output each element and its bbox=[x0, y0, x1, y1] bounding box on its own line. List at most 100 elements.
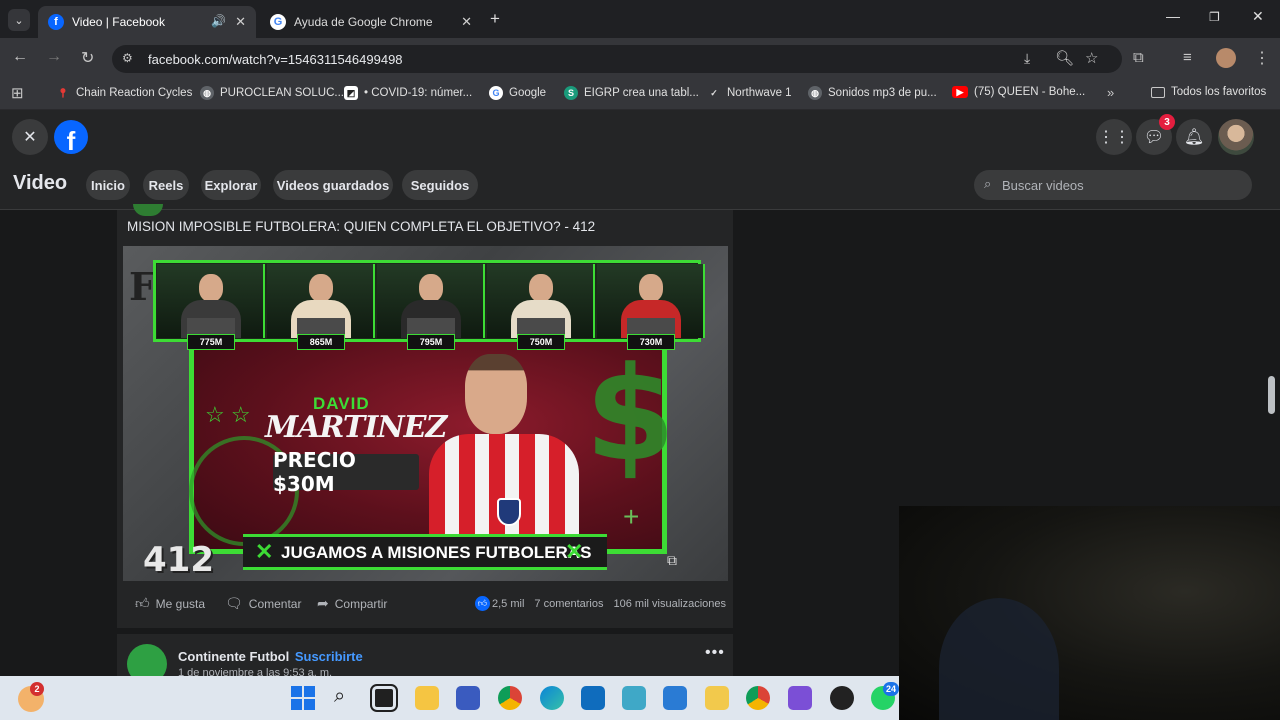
user-avatar[interactable] bbox=[1218, 119, 1254, 155]
notifications-bell-icon[interactable]: 🔔︎ bbox=[1176, 119, 1212, 155]
back-icon[interactable]: ← bbox=[12, 48, 28, 66]
close-watch-icon[interactable]: ✕ bbox=[12, 119, 48, 155]
forward-icon[interactable]: → bbox=[46, 48, 62, 66]
comment-button[interactable]: 🗨︎ Comentar bbox=[225, 595, 301, 612]
messenger-badge: 3 bbox=[1159, 114, 1175, 130]
speaker-icon[interactable]: 🔊 bbox=[211, 14, 226, 28]
post-date[interactable]: 1 de noviembre a las 9:53 a. m. bbox=[178, 667, 332, 676]
bookmark-northwave[interactable]: ✓ Northwave 1 bbox=[707, 86, 792, 100]
menu-grid-icon[interactable]: ⋮⋮ bbox=[1096, 119, 1132, 155]
chrome-icon[interactable] bbox=[498, 686, 522, 710]
share-label: Compartir bbox=[334, 596, 388, 611]
tab-facebook-video[interactable]: f Video | Facebook 🔊 ✕ bbox=[38, 6, 256, 38]
page-title: Video bbox=[13, 172, 68, 194]
nav-seguidos[interactable]: Seguidos bbox=[402, 170, 478, 200]
media-control-icon[interactable]: ≡ bbox=[1183, 49, 1192, 66]
extensions-icon[interactable]: ⧉ bbox=[1133, 49, 1144, 66]
bookmark-sonidos[interactable]: ◍ Sonidos mp3 de pu... bbox=[808, 86, 937, 100]
powerbi-icon[interactable] bbox=[705, 686, 729, 710]
player-head bbox=[465, 354, 527, 434]
store-icon[interactable] bbox=[456, 686, 480, 710]
graffiti-icon: F bbox=[129, 264, 156, 309]
whatsapp-badge: 24 bbox=[883, 682, 899, 696]
vscode-icon[interactable] bbox=[663, 686, 687, 710]
bookmark-covid[interactable]: ◩ • COVID-19: númer... bbox=[344, 86, 472, 100]
player-face bbox=[529, 274, 553, 302]
nav-explorar[interactable]: Explorar bbox=[201, 170, 261, 200]
page-scrollbar-thumb[interactable] bbox=[1268, 376, 1275, 414]
club-crest-icon bbox=[497, 498, 521, 526]
new-tab-icon[interactable]: + bbox=[490, 9, 500, 29]
minimize-icon[interactable]: — bbox=[1166, 8, 1180, 24]
youtube-icon: ▶ bbox=[952, 86, 968, 98]
more-bookmarks-icon[interactable]: » bbox=[1107, 85, 1114, 100]
thumbs-up-icon: 👍︎ bbox=[135, 595, 150, 611]
player-budget-label: 795M bbox=[407, 334, 455, 350]
post-title: MISION IMPOSIBLE FUTBOLERA: QUIEN COMPLE… bbox=[127, 219, 596, 234]
bookmark-google[interactable]: G Google bbox=[489, 86, 546, 100]
share-icon: ➦ bbox=[317, 595, 329, 611]
outlook-icon[interactable] bbox=[581, 686, 605, 710]
obs-icon[interactable] bbox=[830, 686, 854, 710]
packet-tracer-icon[interactable] bbox=[622, 686, 646, 710]
nav-inicio[interactable]: Inicio bbox=[86, 170, 130, 200]
episode-number: 412 bbox=[143, 540, 214, 580]
apps-grid-icon[interactable]: ⊞ bbox=[11, 84, 24, 102]
tab-search-button[interactable]: ⌄ bbox=[8, 9, 30, 31]
facebook-logo-icon[interactable]: f bbox=[54, 120, 88, 154]
post-stats: 👍︎ 2,5 mil 7 comentarios 106 mil visuali… bbox=[475, 596, 726, 611]
bookmark-queen[interactable]: ▶ (75) QUEEN - Bohe... bbox=[952, 86, 1085, 98]
facebook-favicon-icon: f bbox=[48, 14, 64, 30]
file-explorer-icon[interactable] bbox=[415, 686, 439, 710]
install-app-icon[interactable]: ⤓ bbox=[1024, 50, 1030, 67]
address-bar[interactable]: ⚙ facebook.com/watch?v=1546311546499498 … bbox=[112, 45, 1122, 73]
reload-icon[interactable]: ↻ bbox=[81, 48, 94, 68]
bookmark-label: Google bbox=[509, 87, 547, 99]
restore-icon[interactable]: ❐ bbox=[1209, 10, 1220, 24]
bookmark-eigrp[interactable]: S EIGRP crea una tabl... bbox=[564, 86, 699, 100]
bookmark-puroclean[interactable]: ◍ PUROCLEAN SOLUC... bbox=[200, 86, 344, 100]
share-button[interactable]: ➦ Compartir bbox=[317, 595, 387, 612]
windows-start-icon[interactable] bbox=[291, 686, 315, 710]
continente-futbol-avatar[interactable] bbox=[127, 644, 167, 676]
post-author[interactable]: Continente Futbol bbox=[178, 649, 289, 664]
nav-reels[interactable]: Reels bbox=[143, 170, 189, 200]
tab-chrome-help[interactable]: G Ayuda de Google Chrome ✕ bbox=[260, 6, 482, 38]
folder-icon bbox=[1151, 86, 1165, 98]
bookmark-label: Northwave 1 bbox=[727, 87, 792, 99]
search-placeholder: Buscar videos bbox=[1002, 178, 1084, 193]
bookmark-star-icon[interactable]: ☆ bbox=[1085, 49, 1098, 67]
page-avatar[interactable] bbox=[133, 204, 163, 216]
zoom-icon[interactable]: 🔍︎ bbox=[1055, 49, 1074, 67]
subscribe-link[interactable]: Suscribirte bbox=[295, 649, 363, 664]
window-close-icon[interactable]: ✕ bbox=[1252, 8, 1264, 25]
like-button[interactable]: 👍︎ Me gusta bbox=[135, 595, 205, 612]
bookmark-all-favorites[interactable]: Todos los favoritos bbox=[1151, 86, 1266, 98]
player-budget-label: 750M bbox=[517, 334, 565, 350]
more-options-icon[interactable]: ••• bbox=[705, 644, 725, 662]
bookmark-chain-reaction[interactable]: 📍︎ Chain Reaction Cycles bbox=[56, 86, 192, 100]
chrome-profile-icon[interactable] bbox=[746, 686, 770, 710]
chrome-menu-icon[interactable]: ⋮ bbox=[1254, 48, 1270, 68]
close-tab-icon[interactable]: ✕ bbox=[461, 14, 472, 30]
bookmark-label: PUROCLEAN SOLUC... bbox=[220, 87, 344, 99]
bookmark-label: EIGRP crea una tabl... bbox=[584, 87, 699, 99]
bookmark-label: (75) QUEEN - Bohe... bbox=[974, 86, 1086, 98]
search-icon[interactable]: ⌕ bbox=[334, 685, 345, 708]
pip-icon[interactable]: ⧉ bbox=[667, 552, 677, 569]
video-player[interactable]: F ☆ ☆ DAVID MARTINEZ PRECIO $30M $ + 412… bbox=[123, 246, 728, 581]
reactions-count[interactable]: 2,5 mil bbox=[492, 598, 524, 610]
edge-icon[interactable] bbox=[540, 686, 564, 710]
comments-count[interactable]: 7 comentarios bbox=[534, 598, 603, 610]
task-view-icon[interactable] bbox=[370, 684, 398, 712]
video-search[interactable]: ⌕ Buscar videos bbox=[974, 170, 1252, 200]
site-info-icon[interactable]: ⚙ bbox=[122, 51, 133, 65]
globe-icon: ◍ bbox=[200, 86, 214, 100]
bottom-banner: ✕ JUGAMOS A MISIONES FUTBOLERAS ✕ bbox=[243, 534, 607, 570]
nav-videos-guardados[interactable]: Videos guardados bbox=[273, 170, 393, 200]
close-tab-icon[interactable]: ✕ bbox=[235, 14, 246, 30]
player-last-name: MARTINEZ bbox=[265, 410, 447, 445]
app-icon[interactable] bbox=[788, 686, 812, 710]
profile-avatar[interactable] bbox=[1216, 48, 1236, 68]
price-tag: PRECIO $30M bbox=[273, 448, 419, 496]
